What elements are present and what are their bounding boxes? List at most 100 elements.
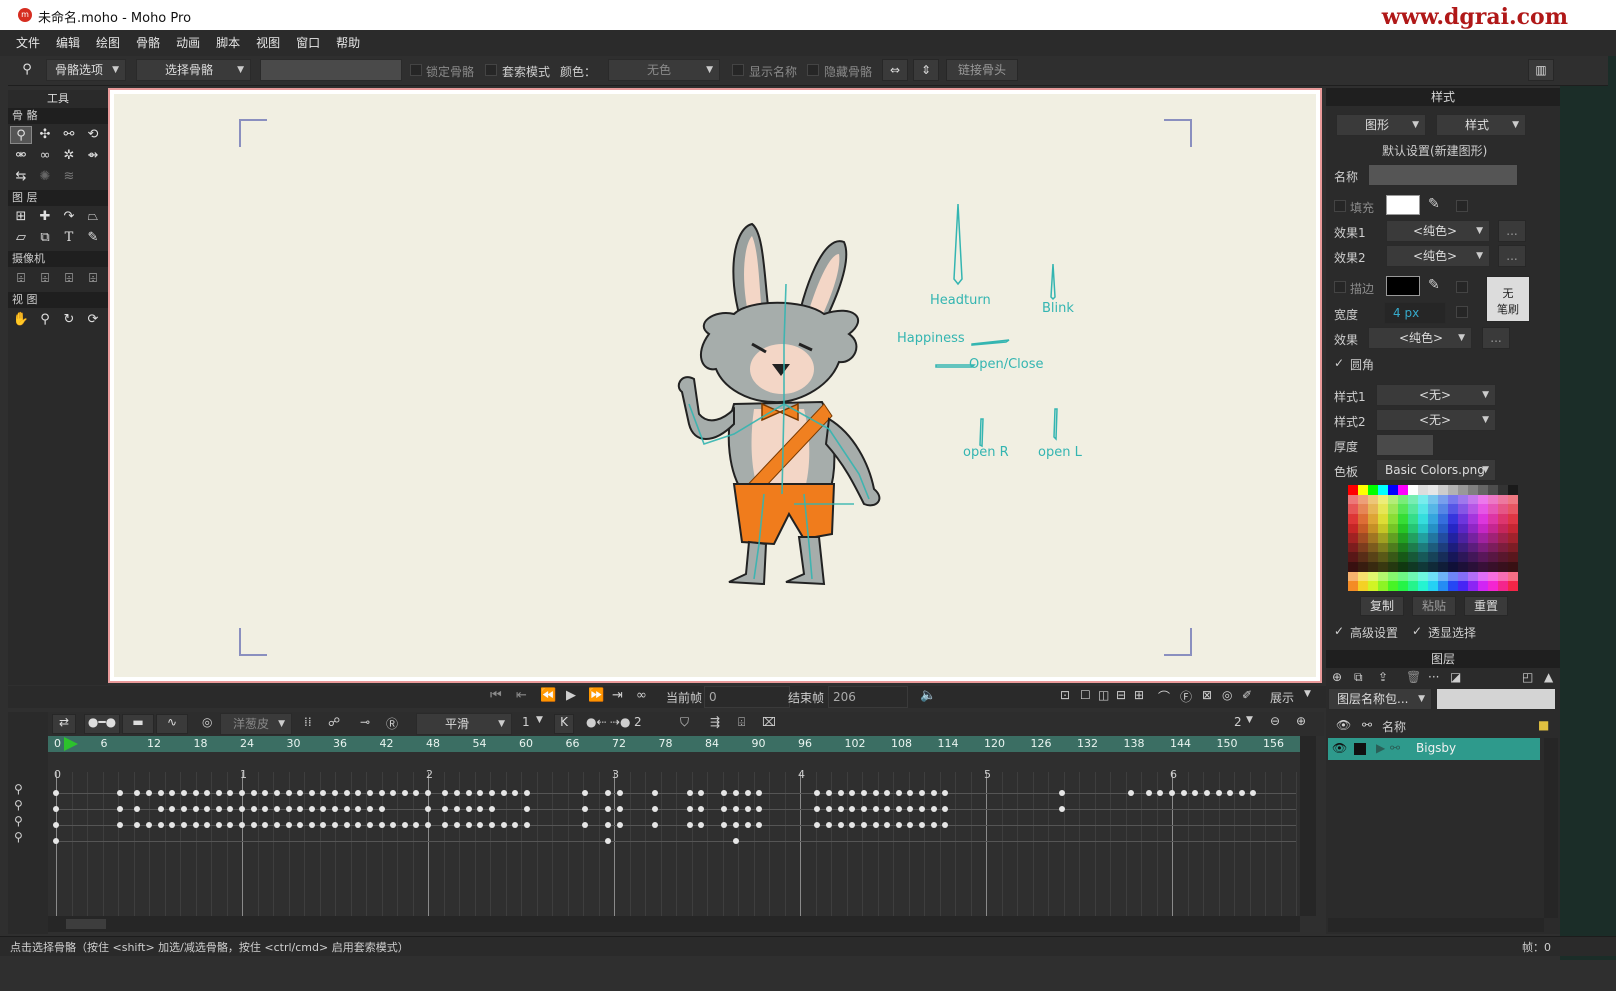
style-dropdown[interactable]: 样式 ▼ xyxy=(1436,114,1526,136)
keyframe-dot[interactable] xyxy=(884,822,891,828)
keyframe-dot[interactable] xyxy=(523,806,530,812)
palette-swatch[interactable] xyxy=(1468,504,1478,514)
keyframe-dot[interactable] xyxy=(744,822,751,828)
keyframe-dot[interactable] xyxy=(500,790,507,796)
view-quad-icon[interactable]: ⊞ xyxy=(1134,688,1144,702)
palette-swatch[interactable] xyxy=(1488,542,1498,553)
rotate-layer-tool-icon[interactable]: ↷ xyxy=(58,208,80,226)
palette-swatch[interactable] xyxy=(1458,504,1468,514)
palette-swatch[interactable] xyxy=(1428,504,1438,514)
keyframe-dot[interactable] xyxy=(262,822,269,828)
keyframe-dot[interactable] xyxy=(465,790,472,796)
palette-swatch[interactable] xyxy=(1368,504,1378,514)
keyframe-dot[interactable] xyxy=(308,806,315,812)
keyframe-dot[interactable] xyxy=(477,790,484,796)
palette-swatch[interactable] xyxy=(1468,581,1478,591)
view-split-vertical-icon[interactable]: ◫ xyxy=(1098,688,1109,702)
keyframe-dot[interactable] xyxy=(157,822,164,828)
palette-swatch[interactable] xyxy=(1428,562,1438,572)
palette-swatch[interactable] xyxy=(1508,513,1518,524)
palette-swatch[interactable] xyxy=(1358,533,1368,543)
keyframe-dot[interactable] xyxy=(907,790,914,796)
delete-layer-icon[interactable]: 🗑 xyxy=(1406,670,1421,684)
keyframe-dot[interactable] xyxy=(192,822,199,828)
keyframe-dot[interactable] xyxy=(273,790,280,796)
layer-name[interactable]: Bigsby xyxy=(1416,741,1456,755)
palette-swatch[interactable] xyxy=(1488,513,1498,524)
keyframe-dot[interactable] xyxy=(1145,790,1152,796)
keyframe-dot[interactable] xyxy=(837,806,844,812)
keyframe-dot[interactable] xyxy=(332,806,338,812)
menu-help[interactable]: 帮助 xyxy=(336,30,360,56)
keyframe-dot[interactable] xyxy=(320,822,327,828)
bind-points-tool-icon[interactable]: ✺ xyxy=(34,168,56,186)
keyframe-dot[interactable] xyxy=(1250,790,1257,796)
fill-extra-checkbox[interactable] xyxy=(1456,200,1468,212)
keyframe-dot[interactable] xyxy=(698,822,705,828)
palette-swatch[interactable] xyxy=(1498,485,1508,495)
width-field[interactable]: 4 px xyxy=(1384,302,1446,324)
fill-color-swatch[interactable] xyxy=(1386,195,1420,215)
hand-pan-tool-icon[interactable]: ✋ xyxy=(10,311,32,329)
palette-swatch[interactable] xyxy=(1418,504,1428,514)
keyframe-dot[interactable] xyxy=(849,822,856,828)
palette-swatch[interactable] xyxy=(1408,513,1418,524)
palette-swatch[interactable] xyxy=(1408,542,1418,553)
keyframe-dot[interactable] xyxy=(53,838,59,844)
keyframe-dot[interactable] xyxy=(907,822,914,828)
palette-swatch[interactable] xyxy=(1418,562,1428,572)
palette-swatch[interactable] xyxy=(1448,504,1458,514)
keyframe-dot[interactable] xyxy=(134,822,141,828)
bigsby-rabbit-character[interactable] xyxy=(654,204,914,594)
palette-swatch[interactable] xyxy=(1448,523,1458,534)
keyframe-dot[interactable] xyxy=(297,790,304,796)
timeline-tracks[interactable]: 0 1 2 3 4 5 6 xyxy=(48,752,1300,916)
onion-view-icon[interactable]: ◎ xyxy=(1222,688,1232,702)
step-value[interactable]: 1 xyxy=(522,715,530,729)
keyframe-dot[interactable] xyxy=(860,806,867,812)
curve-view-icon[interactable]: ⌒ xyxy=(1158,688,1170,705)
keyframe-dot[interactable] xyxy=(250,790,257,796)
shear-layer-tool-icon[interactable]: ⏢ xyxy=(82,208,104,226)
add-bone-tool-icon[interactable]: ⚮ xyxy=(10,147,32,165)
timeline-vertical-scrollbar[interactable] xyxy=(1300,736,1316,916)
keyframe-dot[interactable] xyxy=(53,806,59,812)
palette-swatch[interactable] xyxy=(1358,542,1368,553)
rotate-view-tool-icon[interactable]: ↻ xyxy=(58,311,80,329)
keyframe-dot[interactable] xyxy=(581,790,588,796)
palette-swatch[interactable] xyxy=(1348,562,1358,572)
palette-swatch[interactable] xyxy=(1368,494,1378,505)
view-single-icon[interactable]: ☐ xyxy=(1080,688,1091,702)
keyframe-dot[interactable] xyxy=(180,822,187,828)
keyframe-dot[interactable] xyxy=(134,790,141,796)
palette-swatch[interactable] xyxy=(1458,542,1468,553)
width-extra-checkbox[interactable] xyxy=(1456,306,1468,318)
key-icon[interactable]: K xyxy=(554,714,574,734)
orbit-view-tool-icon[interactable]: ⟳ xyxy=(82,311,104,329)
keyframe-dot[interactable] xyxy=(442,806,449,812)
palette-swatch[interactable] xyxy=(1418,571,1428,582)
palette-swatch[interactable] xyxy=(1488,562,1498,572)
palette-swatch[interactable] xyxy=(1398,504,1408,514)
stage-canvas[interactable]: Headturn Blink Happiness Open/Close open… xyxy=(114,94,1316,677)
keyframe-dot[interactable] xyxy=(401,790,408,796)
keyframe-dot[interactable] xyxy=(308,822,315,828)
volume-icon[interactable]: 🔈 xyxy=(920,688,936,703)
palette-swatch[interactable] xyxy=(1508,562,1518,572)
palette-swatch[interactable] xyxy=(1508,504,1518,514)
palette-swatch[interactable] xyxy=(1418,533,1428,543)
palette-swatch[interactable] xyxy=(1438,581,1448,591)
fill-checkbox[interactable] xyxy=(1334,200,1346,212)
bone-label-open-r[interactable]: open R xyxy=(963,445,1009,460)
palette-swatch[interactable] xyxy=(1408,494,1418,505)
palette-swatch[interactable] xyxy=(1408,504,1418,514)
keyframe-dot[interactable] xyxy=(1203,790,1210,796)
keyframe-dot[interactable] xyxy=(192,790,199,796)
palette-swatch[interactable] xyxy=(1428,542,1438,553)
palette-swatch[interactable] xyxy=(1468,542,1478,553)
palette-swatch[interactable] xyxy=(1348,542,1358,553)
keyframe-dot[interactable] xyxy=(698,790,705,796)
palette-swatch[interactable] xyxy=(1458,581,1468,591)
lasso-mode-checkbox[interactable] xyxy=(485,64,497,76)
paste-style-button[interactable]: 粘贴 xyxy=(1412,596,1456,616)
